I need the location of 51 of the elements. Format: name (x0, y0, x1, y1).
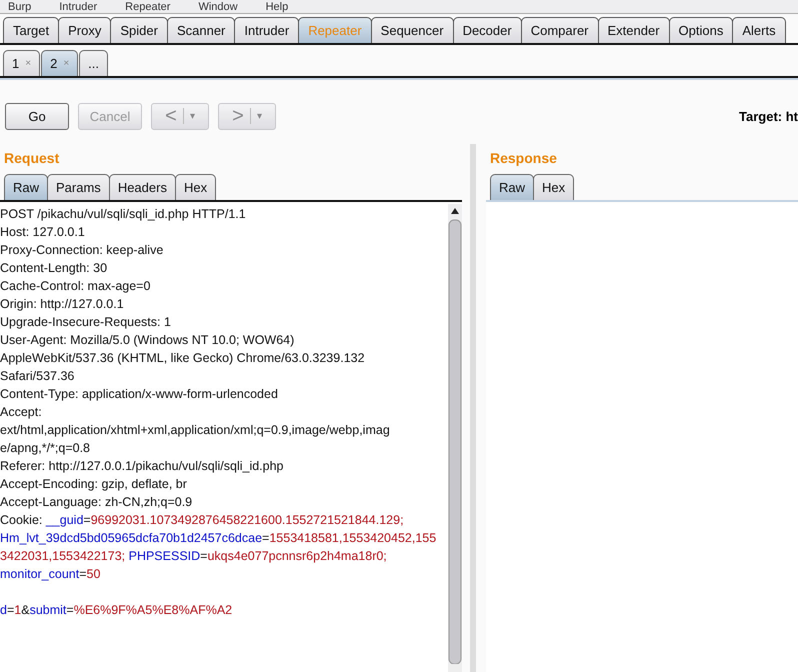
menu-item[interactable]: Burp (8, 1, 32, 13)
request-line: Accept-Encoding: gzip, deflate, br (0, 476, 188, 493)
editor-tab[interactable]: Hex (174, 174, 216, 200)
main-tab[interactable]: Extender (598, 17, 670, 43)
editor-tab[interactable]: Headers (108, 174, 176, 200)
request-line: d=1&submit=%E6%9F%A5%E8%AF%A2 (0, 602, 234, 619)
main-tab[interactable]: Intruder (234, 17, 300, 43)
menu-item[interactable]: Repeater (125, 1, 170, 13)
request-line: Proxy-Connection: keep-alive (0, 242, 164, 259)
response-title: Response (489, 149, 558, 168)
request-line: Hm_lvt_39dcd5bd05965dcfa70b1d2457c6dcae=1553418581,1553420452,155 (0, 530, 438, 547)
main-tab[interactable]: Scanner (166, 17, 236, 43)
main-tab[interactable]: Sequencer (370, 17, 454, 43)
toolbar-button[interactable]: Go (5, 102, 69, 130)
request-tab[interactable]: ... (79, 50, 108, 76)
editor-tab[interactable]: Hex (533, 174, 574, 200)
menu-item[interactable]: Window (198, 1, 238, 13)
main-tab[interactable]: Spider (110, 17, 168, 43)
request-line: Safari/537.36 (0, 368, 76, 385)
menu-item[interactable]: Help (266, 1, 288, 13)
request-line: Referer: http://127.0.0.1/pikachu/vul/sqli/sqli_id.php (0, 458, 285, 475)
main-tab[interactable]: Target (3, 17, 60, 43)
request-title: Request (3, 149, 60, 168)
request-line: Content-Length: 30 (0, 260, 108, 277)
request-line: monitor_count=50 (0, 566, 102, 583)
request-line: Upgrade-Insecure-Requests: 1 (0, 314, 172, 331)
request-tab[interactable]: 2 × (41, 50, 78, 76)
main-tab[interactable]: Options (668, 17, 734, 43)
editor-tab[interactable]: Raw (490, 174, 534, 200)
request-line: 3422031,1553422173; PHPSESSID=ukqs4e077pcnnsr6p2h4ma18r0; (0, 548, 388, 565)
request-line: User-Agent: Mozilla/5.0 (Windows NT 10.0; WOW64) (0, 332, 296, 349)
menu-item[interactable]: Intruder (59, 1, 98, 13)
request-line: Cookie: __guid=96992031.1073492876458221600.1552721521844.129; (0, 512, 405, 529)
request-line: Content-Type: application/x-www-form-urlencoded (0, 386, 279, 403)
editor-tab[interactable]: Raw (4, 174, 48, 200)
target-label: Target: ht (739, 108, 798, 124)
editor-tab[interactable]: Params (47, 174, 110, 200)
main-tab[interactable]: Proxy (58, 17, 112, 43)
request-tab[interactable]: 1 × (3, 50, 40, 76)
request-line: Host: 127.0.0.1 (0, 224, 86, 241)
main-tab[interactable]: Comparer (520, 17, 598, 43)
request-line: ext/html,application/xhtml+xml,application/xml;q=0.9,image/webp,imag (0, 422, 391, 439)
main-tab[interactable]: Alerts (732, 17, 786, 43)
request-line: Accept: (0, 404, 43, 421)
request-line: Cache-Control: max-age=0 (0, 278, 152, 295)
main-tab[interactable]: Decoder (452, 17, 522, 43)
request-line: POST /pikachu/vul/sqli/sqli_id.php HTTP/1.1 (0, 206, 247, 223)
request-line: AppleWebKit/537.36 (KHTML, like Gecko) Chrome/63.0.3239.132 (0, 350, 366, 367)
request-line: Origin: http://127.0.0.1 (0, 296, 125, 313)
request-line: e/apng,*/*;q=0.8 (0, 440, 92, 457)
request-line: Accept-Language: zh-CN,zh;q=0.9 (0, 494, 194, 511)
